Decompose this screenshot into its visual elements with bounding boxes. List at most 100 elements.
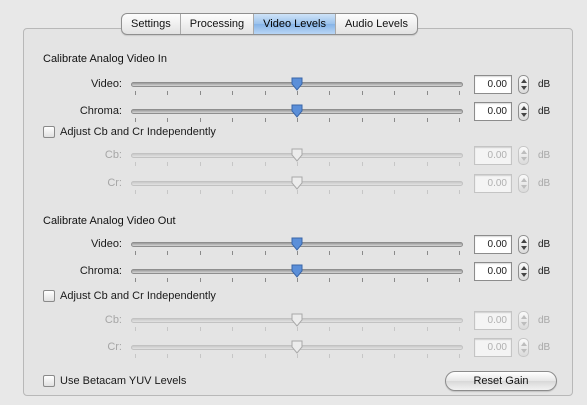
slider-tick bbox=[394, 118, 396, 122]
slider-knob-icon[interactable] bbox=[291, 148, 303, 162]
stepper-up-icon[interactable] bbox=[521, 150, 527, 154]
slider-tick bbox=[199, 354, 201, 358]
analog-out-chroma-stepper[interactable] bbox=[518, 262, 529, 281]
analog-out-independent-checkbox[interactable] bbox=[43, 290, 55, 302]
analog-in-cr-field[interactable]: 0.00 bbox=[474, 174, 512, 193]
analog-in-video-field[interactable]: 0.00 bbox=[474, 75, 512, 94]
analog-in-video-unit: dB bbox=[538, 79, 551, 90]
analog-out-cb-label: Cb: bbox=[104, 314, 122, 326]
tab-audio-levels[interactable]: Audio Levels bbox=[336, 14, 417, 34]
slider-tick bbox=[394, 251, 396, 255]
slider-tick bbox=[232, 327, 234, 331]
slider-tick bbox=[426, 162, 428, 166]
analog-in-chroma-field[interactable]: 0.00 bbox=[474, 102, 512, 121]
slider-tick bbox=[426, 354, 428, 358]
slider-tick bbox=[264, 278, 266, 282]
stepper-down-icon[interactable] bbox=[521, 246, 527, 250]
tab-processing[interactable]: Processing bbox=[181, 14, 255, 34]
stepper-up-icon[interactable] bbox=[521, 79, 527, 83]
slider-tick bbox=[329, 278, 331, 282]
analog-out-cr-stepper[interactable] bbox=[518, 338, 529, 357]
analog-out-cr-unit: dB bbox=[538, 342, 551, 353]
slider-tick bbox=[135, 327, 136, 331]
analog-out-cb-field[interactable]: 0.00 bbox=[474, 311, 512, 330]
stepper-down-icon[interactable] bbox=[521, 273, 527, 277]
analog-out-independent-checkbox-row[interactable]: Adjust Cb and Cr Independently bbox=[43, 288, 216, 304]
reset-gain-button[interactable]: Reset Gain bbox=[445, 371, 557, 391]
slider-tick bbox=[135, 91, 136, 95]
stepper-up-icon[interactable] bbox=[521, 178, 527, 182]
analog-out-video-field[interactable]: 0.00 bbox=[474, 235, 512, 254]
stepper-up-icon[interactable] bbox=[521, 106, 527, 110]
slider-tick bbox=[394, 190, 396, 194]
analog-in-chroma-stepper[interactable] bbox=[518, 102, 529, 121]
slider-tick bbox=[264, 190, 266, 194]
tab-settings[interactable]: Settings bbox=[122, 14, 181, 34]
stepper-up-icon[interactable] bbox=[521, 266, 527, 270]
analog-in-cb-row: Cb: 0.00 dB bbox=[0, 146, 587, 166]
betacam-label: Use Betacam YUV Levels bbox=[60, 375, 187, 387]
slider-tick bbox=[394, 91, 396, 95]
stepper-down-icon[interactable] bbox=[521, 349, 527, 353]
slider-knob-icon[interactable] bbox=[291, 176, 303, 190]
slider-tick bbox=[167, 190, 169, 194]
stepper-down-icon[interactable] bbox=[521, 157, 527, 161]
tab-video-levels[interactable]: Video Levels bbox=[254, 14, 336, 34]
analog-out-title: Calibrate Analog Video Out bbox=[43, 215, 176, 227]
slider-tick bbox=[167, 162, 169, 166]
slider-tick bbox=[297, 91, 298, 95]
analog-in-video-stepper[interactable] bbox=[518, 75, 529, 94]
slider-tick bbox=[459, 278, 460, 282]
slider-tick bbox=[199, 190, 201, 194]
slider-tick bbox=[459, 91, 460, 95]
slider-tick bbox=[232, 91, 234, 95]
analog-out-chroma-row: Chroma: 0.00 dB bbox=[0, 262, 587, 282]
stepper-down-icon[interactable] bbox=[521, 185, 527, 189]
stepper-down-icon[interactable] bbox=[521, 86, 527, 90]
analog-out-chroma-field[interactable]: 0.00 bbox=[474, 262, 512, 281]
slider-tick bbox=[167, 278, 169, 282]
slider-tick bbox=[297, 354, 298, 358]
analog-out-cb-stepper[interactable] bbox=[518, 311, 529, 330]
slider-tick bbox=[329, 251, 331, 255]
slider-tick bbox=[297, 118, 298, 122]
slider-tick bbox=[232, 251, 234, 255]
analog-out-cr-field[interactable]: 0.00 bbox=[474, 338, 512, 357]
slider-tick bbox=[297, 190, 298, 194]
analog-in-cb-field[interactable]: 0.00 bbox=[474, 146, 512, 165]
analog-out-video-label: Video: bbox=[91, 238, 122, 250]
analog-out-cb-row: Cb: 0.00 dB bbox=[0, 311, 587, 331]
slider-knob-icon[interactable] bbox=[291, 77, 303, 91]
slider-tick bbox=[264, 251, 266, 255]
betacam-checkbox[interactable] bbox=[43, 375, 55, 387]
stepper-down-icon[interactable] bbox=[521, 322, 527, 326]
slider-tick bbox=[264, 91, 266, 95]
slider-tick bbox=[264, 118, 266, 122]
slider-tick bbox=[199, 327, 201, 331]
betacam-checkbox-row[interactable]: Use Betacam YUV Levels bbox=[43, 373, 186, 389]
analog-out-video-stepper[interactable] bbox=[518, 235, 529, 254]
slider-tick bbox=[459, 162, 460, 166]
analog-out-chroma-label: Chroma: bbox=[79, 265, 122, 277]
stepper-up-icon[interactable] bbox=[521, 342, 527, 346]
analog-in-cr-stepper[interactable] bbox=[518, 174, 529, 193]
slider-knob-icon[interactable] bbox=[291, 104, 303, 118]
analog-in-independent-checkbox-row[interactable]: Adjust Cb and Cr Independently bbox=[43, 124, 216, 140]
slider-tick bbox=[361, 354, 363, 358]
analog-in-cb-stepper[interactable] bbox=[518, 146, 529, 165]
stepper-up-icon[interactable] bbox=[521, 315, 527, 319]
slider-tick bbox=[361, 162, 363, 166]
slider-tick bbox=[426, 91, 428, 95]
stepper-up-icon[interactable] bbox=[521, 239, 527, 243]
slider-tick bbox=[426, 278, 428, 282]
slider-knob-icon[interactable] bbox=[291, 340, 303, 354]
slider-knob-icon[interactable] bbox=[291, 264, 303, 278]
slider-tick bbox=[329, 162, 331, 166]
stepper-down-icon[interactable] bbox=[521, 113, 527, 117]
slider-knob-icon[interactable] bbox=[291, 313, 303, 327]
slider-knob-icon[interactable] bbox=[291, 237, 303, 251]
slider-tick bbox=[264, 327, 266, 331]
slider-tick bbox=[167, 118, 169, 122]
analog-in-independent-checkbox[interactable] bbox=[43, 126, 55, 138]
slider-tick bbox=[199, 162, 201, 166]
